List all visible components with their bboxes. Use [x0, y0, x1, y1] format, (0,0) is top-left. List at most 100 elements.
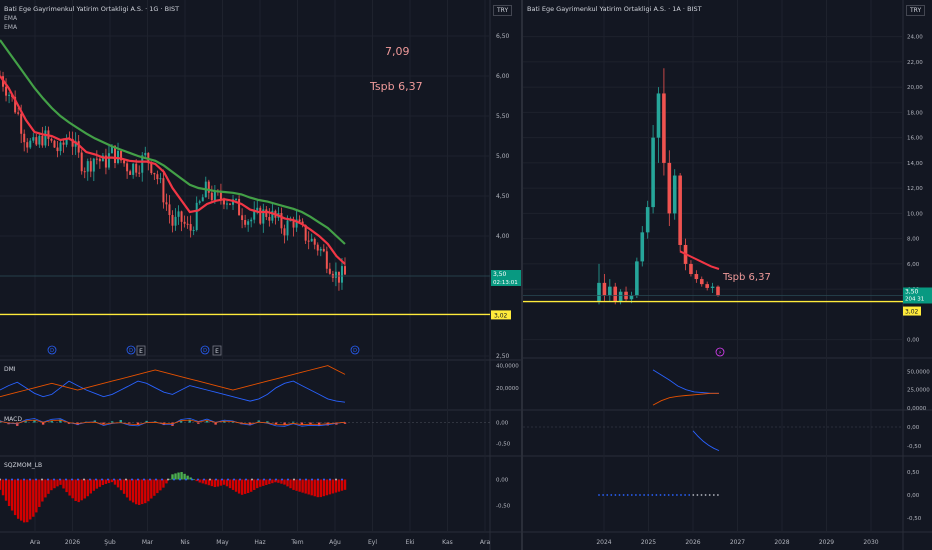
x-tick-label: Mar — [142, 539, 154, 546]
sqz-dot — [639, 494, 641, 496]
sqz-dot — [35, 478, 37, 481]
sqz-dot — [692, 494, 695, 496]
y-tick-label: 14,00 — [907, 161, 923, 167]
macd-histogram-bar — [205, 420, 209, 423]
sqz-momentum-bar — [198, 479, 201, 483]
sqz-momentum-bar — [16, 479, 20, 519]
candle-body — [699, 279, 704, 285]
right-currency-button[interactable]: TRY — [906, 5, 926, 16]
sqz-momentum-bar — [89, 479, 92, 494]
x-tick-label: 2028 — [774, 539, 789, 546]
sqz-dot — [65, 478, 67, 481]
sqz-dot — [41, 478, 43, 481]
y-tick-label: 18,00 — [907, 110, 923, 116]
level-price-label: 3,02 — [494, 312, 508, 319]
sqz-momentum-bar — [116, 479, 120, 488]
x-tick-label: Ara — [30, 539, 41, 546]
sqz-dot — [651, 494, 654, 496]
sqz-momentum-bar — [47, 479, 50, 494]
macd-y-tick: -0,50 — [496, 441, 511, 447]
y-tick-label: 0,00 — [907, 338, 920, 344]
sqz-dot — [659, 494, 662, 496]
sqz-dot — [305, 478, 307, 481]
candle-body — [328, 268, 331, 274]
sqz-momentum-bar — [147, 479, 150, 502]
candle-body — [280, 213, 283, 229]
candle-body — [44, 130, 47, 146]
candle-body — [195, 202, 198, 231]
dmi-y-tick: 25,0000 — [907, 388, 930, 394]
sqz-momentum-bar — [10, 479, 14, 511]
candle-body — [662, 93, 666, 163]
sqz-momentum-bar — [234, 479, 238, 492]
dividend-marker-text: D — [129, 348, 133, 354]
sqz-dot — [215, 478, 217, 481]
right-chart-pane[interactable]: 24,00 22,00 20,00 18,00 16,00 14,00 12,00 10,00… — [523, 0, 932, 550]
sqz-dot — [239, 478, 241, 481]
sqz-momentum-bar — [98, 479, 102, 487]
sqz-momentum-bar — [271, 479, 274, 484]
candle-body — [123, 160, 126, 164]
x-tick-label: Ağu — [329, 539, 341, 546]
sqz-dot — [610, 494, 613, 496]
sqz-dot — [173, 478, 175, 481]
sqz-dot — [53, 478, 55, 481]
left-currency-button[interactable]: TRY — [493, 5, 513, 16]
sqz-momentum-bar — [19, 479, 23, 521]
sqz-momentum-bar — [77, 479, 80, 503]
y-tick-label: 5,00 — [496, 153, 510, 160]
candle-body — [710, 286, 715, 288]
candle-body — [8, 94, 11, 96]
y-tick-label: 2,50 — [496, 353, 510, 360]
sqz-momentum-bar — [150, 479, 153, 499]
sqz-momentum-bar — [325, 479, 329, 496]
annotation-tspb-left: Tspb 6,37 — [370, 80, 423, 93]
sqz-dot — [161, 478, 163, 481]
candle-body — [325, 251, 328, 269]
sqz-dot — [245, 478, 247, 481]
left-chart-canvas[interactable]: 6,50 6,00 5,50 5,00 4,50 4,00 3,50 2,50 Ara 2026 Ş… — [0, 0, 522, 550]
y-tick-label: 8,00 — [907, 237, 920, 243]
candle-body — [340, 266, 343, 283]
candle-body — [20, 113, 23, 134]
left-chart-pane[interactable]: 6,50 6,00 5,50 5,00 4,50 4,00 3,50 2,50 Ara 2026 Ş… — [0, 0, 522, 550]
left-chart-title: Bati Ege Gayrimenkul Yatirim Ortakligi A… — [4, 5, 180, 13]
candle-body — [177, 211, 180, 217]
sqz-y-tick: -0,50 — [496, 503, 511, 509]
sqz-momentum-bar — [23, 479, 26, 523]
candle-body — [716, 286, 720, 296]
sqz-momentum-bar — [159, 479, 162, 491]
sqz-momentum-bar — [343, 479, 347, 490]
sqz-momentum-bar — [38, 479, 41, 507]
sqz-momentum-bar — [26, 479, 29, 523]
candle-body — [138, 172, 141, 174]
candle-body — [59, 142, 62, 152]
sqz-momentum-bar — [141, 479, 144, 505]
sqz-dot — [155, 478, 157, 481]
x-tick-label: 2024 — [596, 539, 611, 546]
sqz-momentum-bar — [295, 479, 298, 491]
sqz-dot — [696, 494, 699, 496]
sqz-dot — [233, 478, 235, 481]
sqz-momentum-bar — [289, 479, 292, 489]
x-tick-label: Kas — [442, 539, 453, 546]
sqz-dot — [197, 478, 199, 481]
candle-body — [238, 198, 241, 216]
sqz-dot — [688, 494, 691, 496]
sqz-momentum-bar — [337, 479, 341, 492]
candle-body — [602, 282, 607, 296]
sqz-momentum-bar — [29, 479, 32, 520]
macd-line — [692, 430, 720, 452]
sqz-dot — [602, 494, 604, 496]
candle-body — [83, 171, 86, 173]
sqz-dot — [287, 478, 289, 481]
sqz-momentum-bar — [144, 479, 147, 504]
sqz-momentum-bar — [56, 479, 59, 487]
sqz-momentum-bar — [286, 479, 289, 487]
macd-histogram-bar — [197, 422, 200, 424]
candle-body — [56, 147, 59, 152]
sqz-dot — [704, 494, 707, 496]
candle-body — [126, 163, 129, 172]
candle-body — [219, 192, 222, 200]
candle-body — [656, 93, 661, 138]
